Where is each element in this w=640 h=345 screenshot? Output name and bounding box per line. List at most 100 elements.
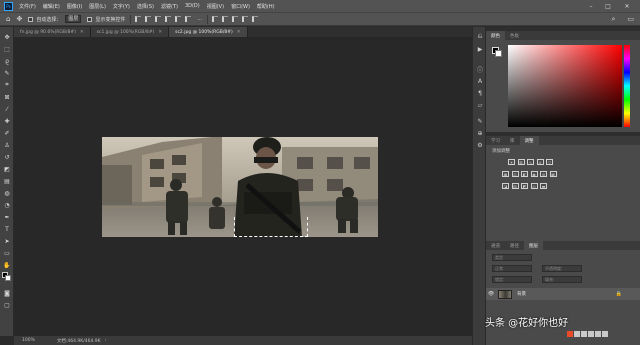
tab-fn[interactable]: fn.jpg @ 90.6%(RGB/8#) ✕ <box>14 27 91 37</box>
ime-punct-icon[interactable] <box>581 331 587 337</box>
auto-select-checkbox[interactable] <box>28 16 34 22</box>
background-color-swatch[interactable] <box>5 275 11 281</box>
character-icon[interactable]: A <box>476 77 484 85</box>
align-right-icon[interactable] <box>155 16 162 22</box>
selective-color-icon[interactable]: ◎ <box>530 183 538 189</box>
hand-tool-icon[interactable]: ✋ <box>3 261 11 269</box>
menu-view[interactable]: 视图(V) <box>207 3 224 10</box>
screen-mode-icon[interactable]: ▢ <box>3 301 11 309</box>
3d-slide-icon[interactable] <box>252 16 259 22</box>
ime-mode-icon[interactable] <box>574 331 580 337</box>
clone-source-icon[interactable]: ⊕ <box>476 129 484 137</box>
ime-logo-icon[interactable] <box>567 331 573 337</box>
home-icon[interactable]: ⌂ <box>6 15 10 23</box>
menu-filter[interactable]: 滤镜(T) <box>161 3 178 10</box>
rectangle-tool-icon[interactable]: ▭ <box>3 249 11 257</box>
search-icon[interactable]: ⌕ <box>611 15 615 24</box>
menu-help[interactable]: 帮助(H) <box>257 3 275 10</box>
tab-adjustments[interactable]: 调整 <box>519 136 539 145</box>
close-icon[interactable]: ✕ <box>237 30 241 35</box>
menu-type[interactable]: 文字(Y) <box>113 3 130 10</box>
menu-select[interactable]: 选择(S) <box>137 3 154 10</box>
history-brush-tool-icon[interactable]: ↺ <box>3 153 11 161</box>
tab-sc1[interactable]: sc1.jpg @ 100%(RGB/8#) ✕ <box>90 27 170 37</box>
layer-name[interactable]: 背景 <box>517 291 526 297</box>
color-lookup-icon[interactable]: ▦ <box>549 171 557 177</box>
type-tool-icon[interactable]: T <box>3 225 11 233</box>
minimize-button[interactable]: – <box>584 0 598 12</box>
tab-paths[interactable]: 路径 <box>505 241 524 250</box>
hue-saturation-icon[interactable]: ▦ <box>502 171 509 177</box>
layer-row[interactable]: 👁 背景 🔒 <box>486 288 640 300</box>
photo-filter-icon[interactable]: ◉ <box>530 171 538 177</box>
tab-channels[interactable]: 通道 <box>486 241 505 250</box>
move-tool-icon[interactable]: ✥ <box>3 33 11 41</box>
lasso-tool-icon[interactable]: ϱ <box>3 57 11 65</box>
eraser-tool-icon[interactable]: ◩ <box>3 165 11 173</box>
workspace-icon[interactable]: ▭ <box>627 15 634 23</box>
ime-mic-icon[interactable] <box>588 331 594 337</box>
3d-mode-icon[interactable] <box>212 16 219 22</box>
posterize-icon[interactable]: ▨ <box>511 183 519 189</box>
invert-icon[interactable]: ◪ <box>502 183 509 189</box>
path-select-tool-icon[interactable]: ➤ <box>3 237 11 245</box>
ime-skin-icon[interactable] <box>602 331 608 337</box>
levels-icon[interactable]: ▥ <box>517 159 525 165</box>
3d-rotate-icon[interactable] <box>222 16 229 22</box>
layer-kind-filter[interactable]: 类型 <box>492 254 532 261</box>
tab-layers[interactable]: 图层 <box>524 241 543 250</box>
align-center-icon[interactable] <box>145 16 152 22</box>
blur-tool-icon[interactable]: ◍ <box>3 189 11 197</box>
marquee-tool-icon[interactable]: ⬚ <box>3 45 11 53</box>
info-icon[interactable]: ⓘ <box>476 65 484 74</box>
brightness-icon[interactable]: ☀ <box>508 159 515 165</box>
black-white-icon[interactable]: ◧ <box>521 171 528 177</box>
fill-control[interactable]: 填充: <box>542 276 582 283</box>
menu-file[interactable]: 文件(F) <box>19 3 36 10</box>
close-icon[interactable]: ✕ <box>158 30 162 35</box>
eyedropper-tool-icon[interactable]: ⁄ <box>3 105 11 113</box>
ime-keyboard-icon[interactable] <box>595 331 601 337</box>
move-tool-icon[interactable]: ✥ <box>16 15 22 23</box>
color-balance-icon[interactable]: ⚖ <box>511 171 519 177</box>
vibrance-icon[interactable]: ▽ <box>546 159 553 165</box>
glyphs-icon[interactable]: ▱ <box>476 101 484 109</box>
menu-layer[interactable]: 图层(L) <box>89 3 106 10</box>
close-icon[interactable]: ✕ <box>80 30 84 35</box>
menu-image[interactable]: 图像(I) <box>67 3 82 10</box>
close-button[interactable]: ✕ <box>620 0 634 12</box>
hue-slider[interactable] <box>624 45 630 127</box>
align-middle-icon[interactable] <box>175 16 182 22</box>
maximize-button[interactable]: □ <box>601 0 615 12</box>
healing-brush-tool-icon[interactable]: ✚ <box>3 117 11 125</box>
curves-icon[interactable]: ∿ <box>527 159 534 165</box>
brushes-icon[interactable]: ✎ <box>476 117 484 125</box>
quick-mask-icon[interactable]: ◙ <box>3 289 11 297</box>
align-bottom-icon[interactable] <box>185 16 192 22</box>
chevron-right-icon[interactable]: › <box>105 338 107 343</box>
show-transform-checkbox[interactable] <box>87 16 93 22</box>
align-left-icon[interactable] <box>135 16 142 22</box>
brush-tool-icon[interactable]: ✐ <box>3 129 11 137</box>
pen-tool-icon[interactable]: ✒ <box>3 213 11 221</box>
menu-3d[interactable]: 3D(D) <box>185 3 200 9</box>
auto-select-target-select[interactable]: 图层 <box>65 15 82 23</box>
tab-learn[interactable]: 学习 <box>486 136 505 145</box>
paragraph-icon[interactable]: ¶ <box>476 89 484 97</box>
crop-tool-icon[interactable]: ⌗ <box>3 81 11 89</box>
tab-color[interactable]: 颜色 <box>486 31 505 40</box>
exposure-icon[interactable]: ± <box>536 159 544 165</box>
quick-select-tool-icon[interactable]: ✎ <box>3 69 11 77</box>
color-picker-field[interactable] <box>508 45 622 127</box>
tab-swatches[interactable]: 色板 <box>505 31 524 40</box>
channel-mixer-icon[interactable]: ⊛ <box>540 171 547 177</box>
clone-stamp-tool-icon[interactable]: ♙ <box>3 141 11 149</box>
menu-edit[interactable]: 编辑(E) <box>43 3 60 10</box>
frame-tool-icon[interactable]: ⊠ <box>3 93 11 101</box>
dodge-tool-icon[interactable]: ◔ <box>3 201 11 209</box>
more-options[interactable]: ... <box>197 16 202 22</box>
menu-window[interactable]: 窗口(W) <box>231 3 250 10</box>
3d-drag-icon[interactable] <box>242 16 249 22</box>
gradient-tool-icon[interactable]: ▤ <box>3 177 11 185</box>
tab-sc2[interactable]: sc2.jpg @ 100%(RGB/8#) ✕ <box>169 27 248 37</box>
